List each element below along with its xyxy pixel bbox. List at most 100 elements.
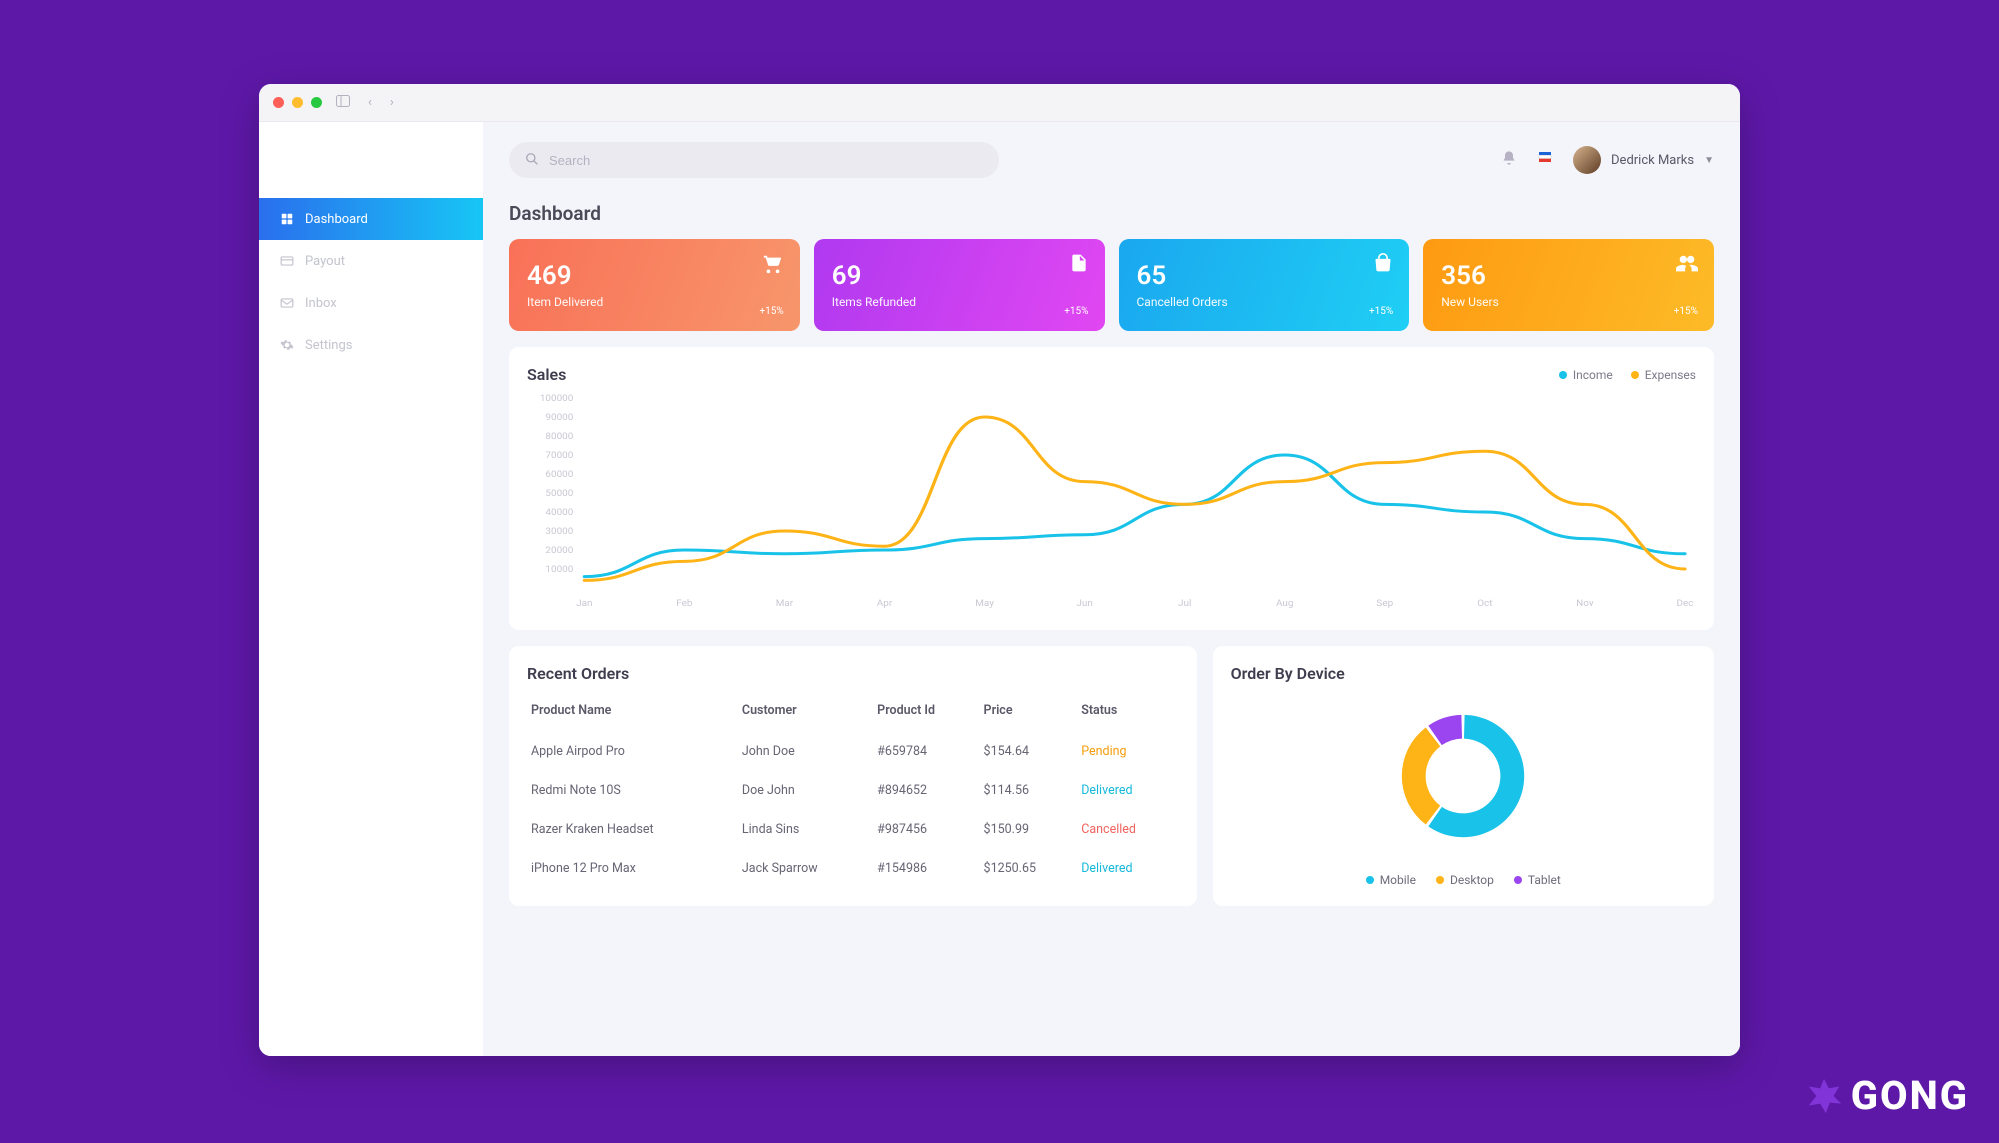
- svg-text:80000: 80000: [545, 431, 573, 441]
- cell-customer: John Doe: [738, 732, 873, 771]
- cell-customer: Jack Sparrow: [738, 849, 873, 888]
- window-traffic-lights: [273, 97, 322, 108]
- window-titlebar: ‹ ›: [259, 84, 1740, 122]
- table-row[interactable]: Apple Airpod ProJohn Doe#659784$154.64Pe…: [527, 732, 1179, 771]
- cell-customer: Doe John: [738, 771, 873, 810]
- table-row[interactable]: Razer Kraken HeadsetLinda Sins#987456$15…: [527, 810, 1179, 849]
- svg-text:Sep: Sep: [1376, 598, 1393, 608]
- user-name-label: Dedrick Marks: [1611, 153, 1694, 168]
- cell-status: Cancelled: [1077, 810, 1178, 849]
- grid-icon: [279, 211, 295, 227]
- orders-col-header: Product Name: [527, 693, 738, 732]
- recent-orders-panel: Recent Orders Product NameCustomerProduc…: [509, 646, 1197, 906]
- cell-status: Delivered: [1077, 849, 1178, 888]
- app-root: Dashboard Payout Inbox Settings: [259, 122, 1740, 1056]
- svg-text:Apr: Apr: [877, 598, 893, 608]
- svg-text:60000: 60000: [545, 469, 573, 479]
- cell-product: Redmi Note 10S: [527, 771, 738, 810]
- minimize-window-icon[interactable]: [292, 97, 303, 108]
- svg-text:70000: 70000: [545, 450, 573, 460]
- cell-id: #154986: [873, 849, 979, 888]
- svg-text:Nov: Nov: [1576, 598, 1594, 608]
- svg-text:10000: 10000: [545, 564, 573, 574]
- svg-text:Feb: Feb: [676, 598, 692, 608]
- stat-card-3[interactable]: 356 New Users+15%: [1423, 239, 1714, 331]
- users-icon: [1676, 253, 1698, 279]
- sales-legend: Income Expenses: [1559, 368, 1696, 382]
- stat-value: 469: [527, 261, 782, 291]
- stat-value: 69: [832, 261, 1087, 291]
- stat-delta: +15%: [1064, 306, 1088, 317]
- legend-item: Mobile: [1366, 873, 1416, 887]
- stat-card-0[interactable]: 469 Item Delivered+15%: [509, 239, 800, 331]
- legend-item: Income: [1559, 368, 1613, 382]
- envelope-icon: [279, 295, 295, 311]
- sidebar-item-label: Payout: [305, 254, 345, 269]
- sidebar-item-inbox[interactable]: Inbox: [259, 282, 483, 324]
- cell-customer: Linda Sins: [738, 810, 873, 849]
- svg-text:Oct: Oct: [1477, 598, 1492, 608]
- sidebar-item-label: Dashboard: [305, 212, 368, 227]
- sidebar-toggle-icon[interactable]: [332, 93, 354, 113]
- cell-id: #659784: [873, 732, 979, 771]
- bell-icon[interactable]: [1501, 150, 1517, 170]
- nav-forward-icon[interactable]: ›: [386, 93, 398, 112]
- device-legend: Mobile Desktop Tablet: [1366, 873, 1561, 887]
- cell-id: #987456: [873, 810, 979, 849]
- orders-col-header: Product Id: [873, 693, 979, 732]
- stat-card-1[interactable]: 69Items Refunded+15%: [814, 239, 1105, 331]
- avatar: [1573, 146, 1601, 174]
- stat-label: Item Delivered: [527, 295, 782, 309]
- sidebar-item-label: Settings: [305, 338, 352, 353]
- svg-text:50000: 50000: [545, 488, 573, 498]
- svg-text:100000: 100000: [540, 393, 573, 403]
- cell-price: $1250.65: [980, 849, 1078, 888]
- sidebar-item-settings[interactable]: Settings: [259, 324, 483, 366]
- flag-icon[interactable]: [1537, 150, 1553, 170]
- cell-product: Apple Airpod Pro: [527, 732, 738, 771]
- sidebar: Dashboard Payout Inbox Settings: [259, 122, 483, 1056]
- order-by-device-panel: Order By Device MobileDesktopTablet: [1213, 646, 1714, 906]
- cell-price: $114.56: [980, 771, 1078, 810]
- orders-col-header: Price: [980, 693, 1078, 732]
- search-icon: [525, 151, 539, 170]
- device-donut-chart: [1378, 691, 1548, 861]
- stat-delta: +15%: [760, 306, 784, 317]
- legend-item: Tablet: [1514, 873, 1561, 887]
- svg-text:Aug: Aug: [1276, 598, 1293, 608]
- svg-text:90000: 90000: [545, 412, 573, 422]
- legend-item: Desktop: [1436, 873, 1494, 887]
- sales-chart: 1000020000300004000050000600007000080000…: [527, 392, 1696, 612]
- stat-value: 65: [1137, 261, 1392, 291]
- sidebar-item-dashboard[interactable]: Dashboard: [259, 198, 483, 240]
- page-title: Dashboard: [509, 202, 1714, 225]
- user-menu[interactable]: Dedrick Marks ▼: [1573, 146, 1714, 174]
- stat-label: New Users: [1441, 295, 1696, 309]
- gong-logo-icon: [1805, 1077, 1843, 1115]
- orders-col-header: Customer: [738, 693, 873, 732]
- stat-value: 356: [1441, 261, 1696, 291]
- svg-text:Jul: Jul: [1178, 598, 1191, 608]
- cell-price: $150.99: [980, 810, 1078, 849]
- svg-text:Jun: Jun: [1076, 598, 1092, 608]
- svg-text:40000: 40000: [545, 507, 573, 517]
- topbar: Dedrick Marks ▼: [509, 122, 1714, 198]
- table-row[interactable]: Redmi Note 10SDoe John#894652$114.56Deli…: [527, 771, 1179, 810]
- cell-id: #894652: [873, 771, 979, 810]
- gong-brand-label: GONG: [1851, 1072, 1969, 1119]
- maximize-window-icon[interactable]: [311, 97, 322, 108]
- cell-price: $154.64: [980, 732, 1078, 771]
- close-window-icon[interactable]: [273, 97, 284, 108]
- nav-back-icon[interactable]: ‹: [364, 93, 376, 112]
- table-row[interactable]: iPhone 12 Pro MaxJack Sparrow#154986$125…: [527, 849, 1179, 888]
- sidebar-item-payout[interactable]: Payout: [259, 240, 483, 282]
- sales-panel: Sales IncomeExpenses 1000020000300004000…: [509, 347, 1714, 630]
- stat-delta: +15%: [1674, 306, 1698, 317]
- svg-text:Dec: Dec: [1676, 598, 1693, 608]
- legend-item: Expenses: [1631, 368, 1696, 382]
- search-box[interactable]: [509, 142, 999, 178]
- sales-title: Sales: [527, 365, 566, 384]
- search-input[interactable]: [549, 153, 983, 168]
- stat-card-2[interactable]: 65Cancelled Orders+15%: [1119, 239, 1410, 331]
- svg-text:May: May: [975, 598, 994, 608]
